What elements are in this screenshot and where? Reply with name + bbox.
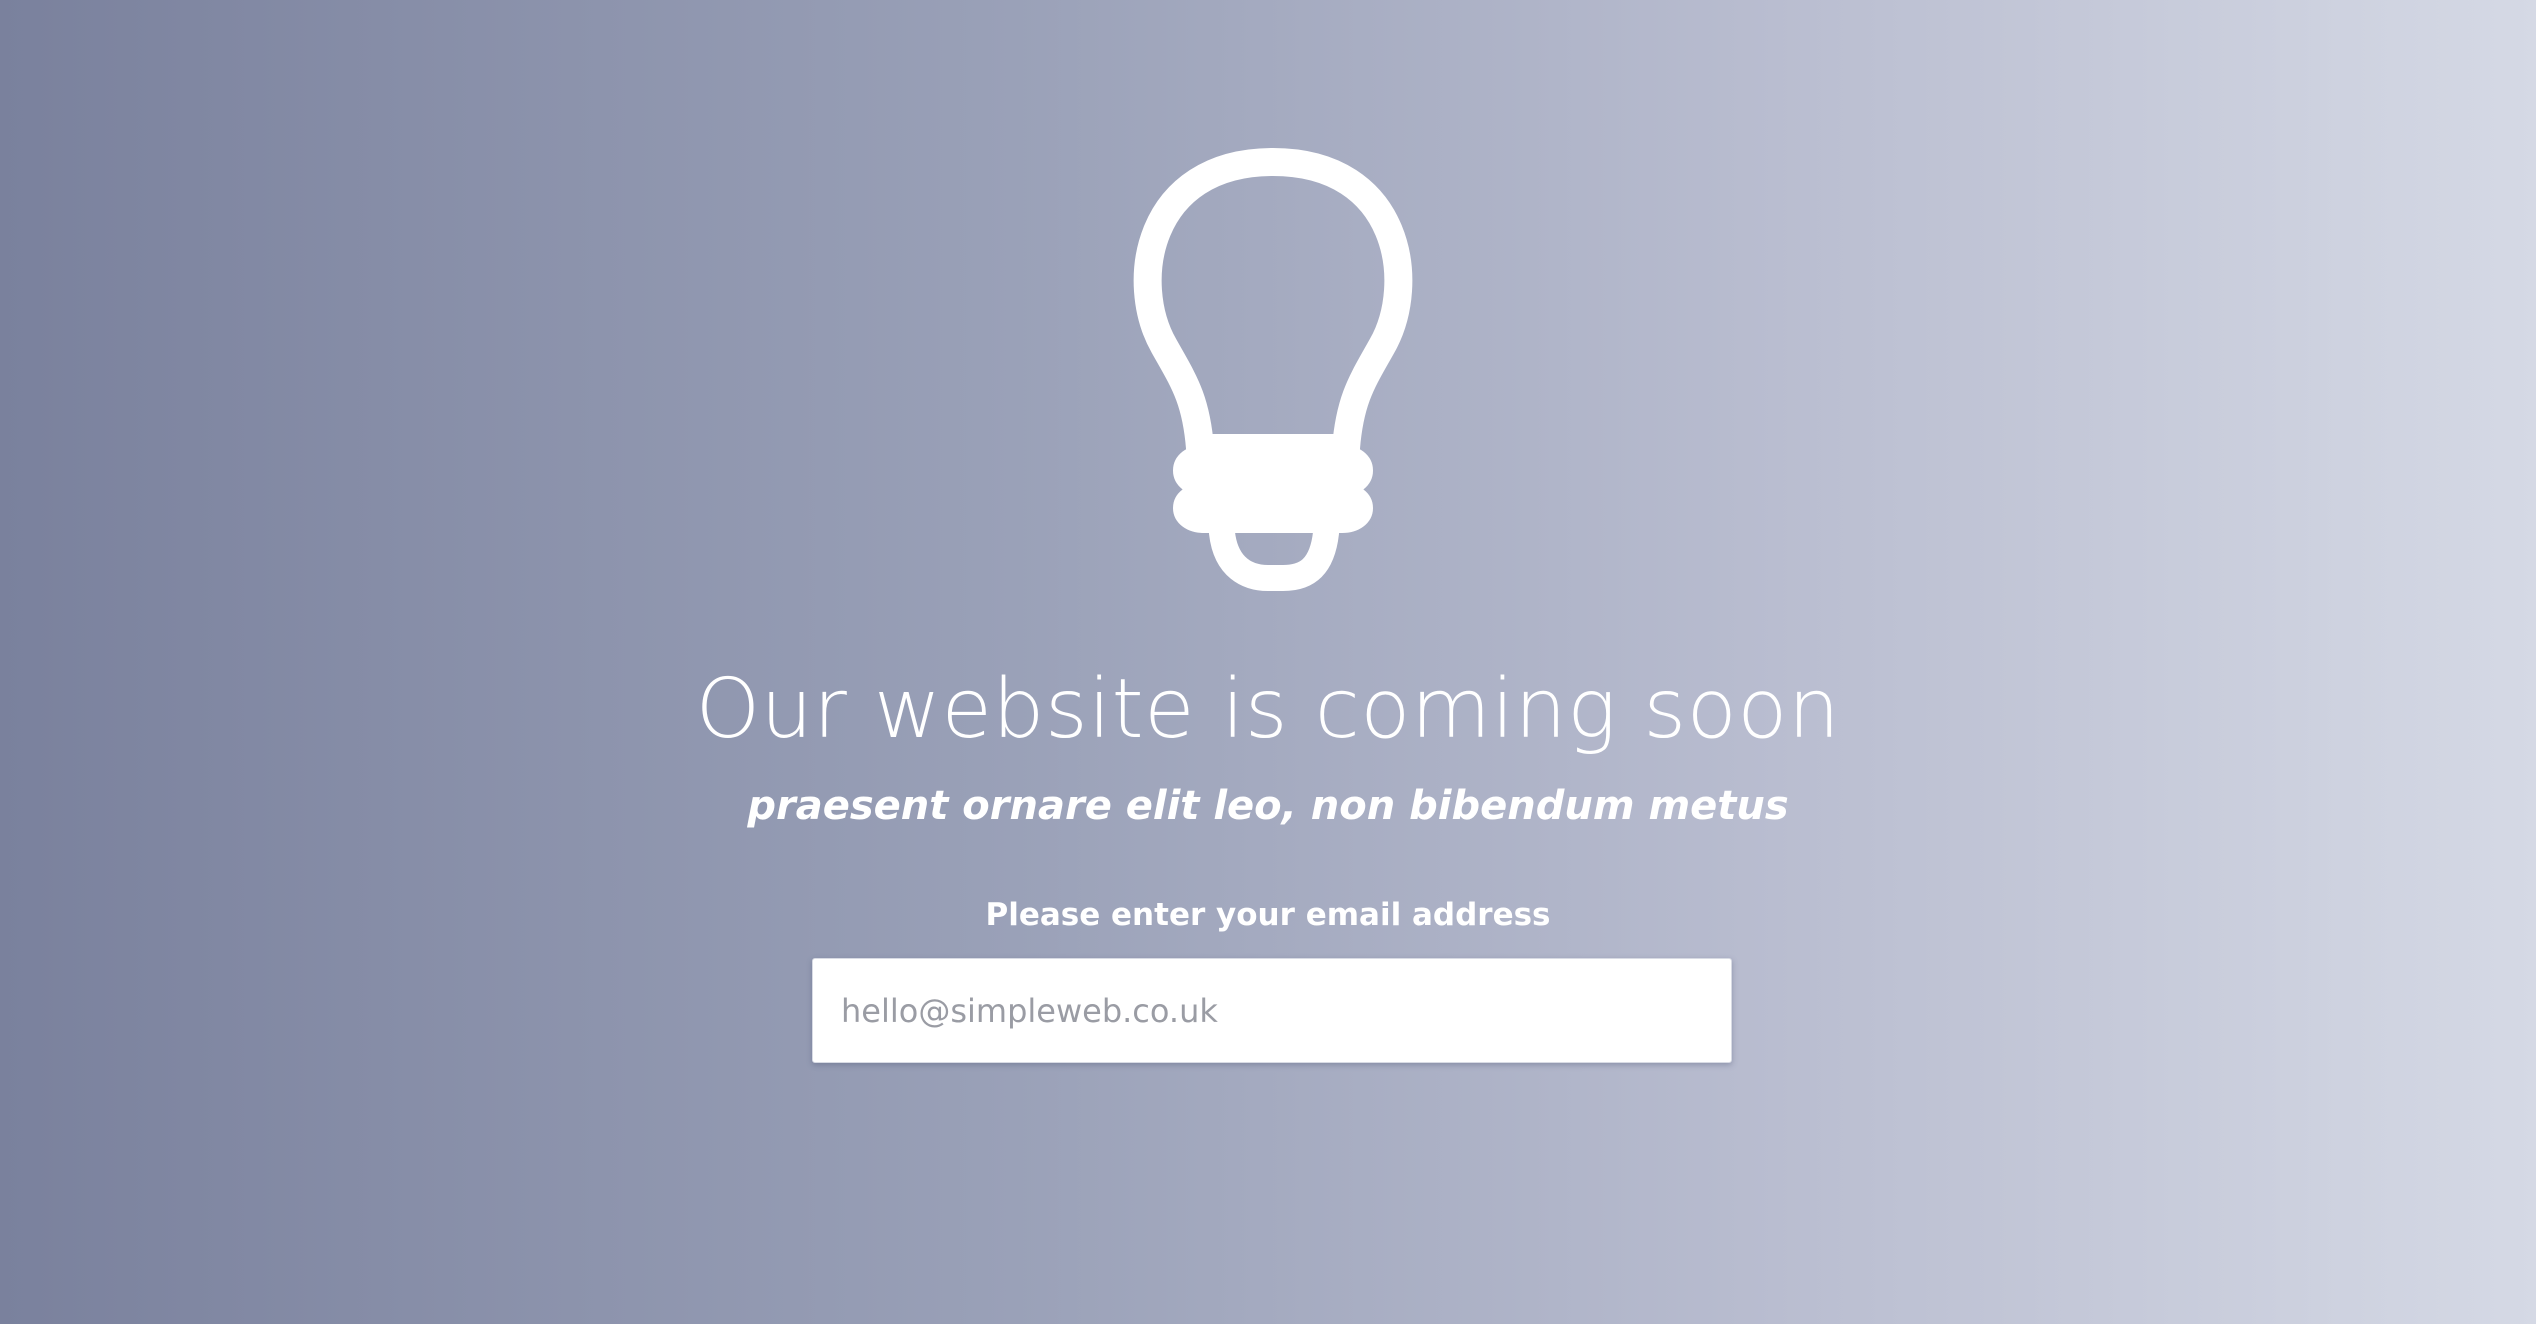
page-title: Our website is coming soon — [695, 662, 1841, 757]
coming-soon-page: Our website is coming soon praesent orna… — [0, 0, 2536, 1324]
page-subtitle: praesent ornare elit leo, non bibendum m… — [747, 783, 1789, 829]
lightbulb-icon — [1133, 148, 1413, 591]
email-input[interactable] — [812, 958, 1732, 1063]
email-label: Please enter your email address — [985, 897, 1551, 933]
